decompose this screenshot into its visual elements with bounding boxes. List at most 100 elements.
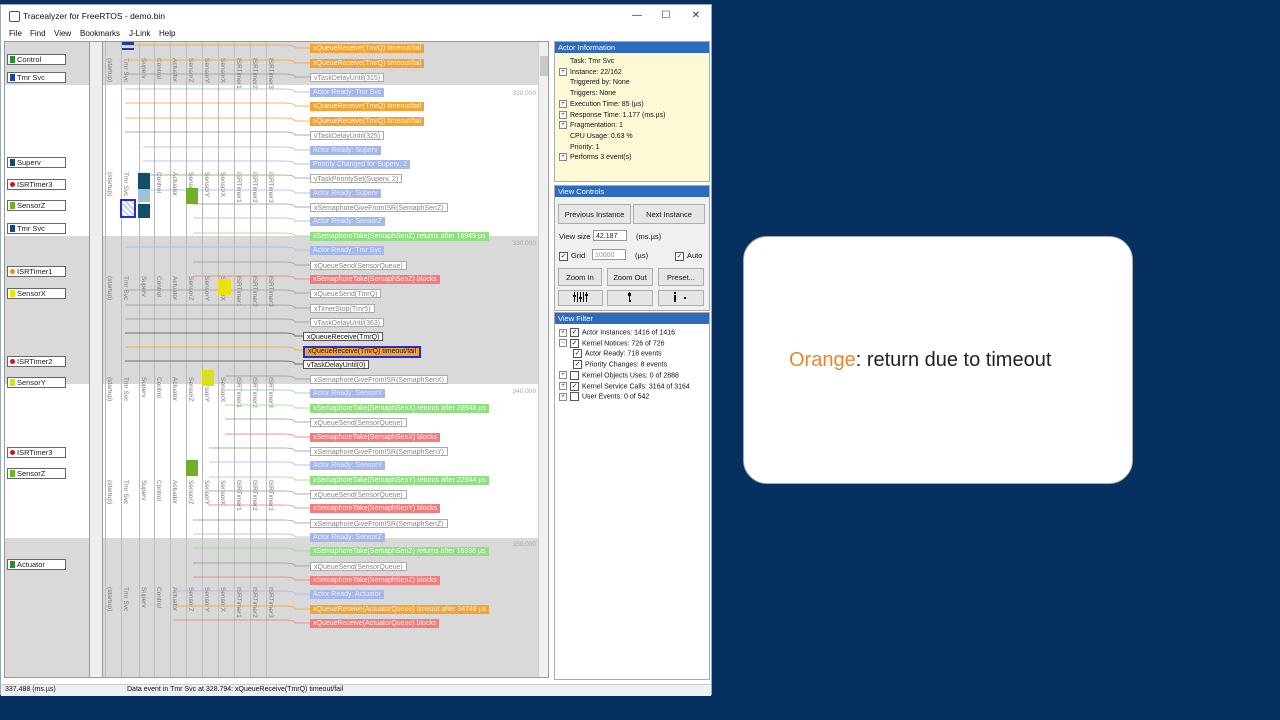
event-label[interactable]: xSemaphoreTake(SemaphSenZ) returns after…	[310, 547, 489, 556]
event-label[interactable]: xSemaphoreGiveFromISR(SemaphSenZ)	[310, 203, 448, 212]
execution-block[interactable]	[120, 199, 136, 218]
actor-label[interactable]: ISRTimer1	[7, 266, 66, 277]
expand-icon[interactable]: +	[559, 110, 567, 119]
event-label[interactable]: Actor Ready: Tmr Svc	[310, 88, 385, 97]
event-label[interactable]: Actor Ready: SensorZ	[310, 217, 385, 226]
scroll-thumb[interactable]	[540, 56, 548, 76]
event-label[interactable]: xQueueSend(SensorQueue)	[310, 418, 407, 427]
filter-item[interactable]: + Kernel Objects Uses: 0 of 2888	[559, 370, 679, 380]
filter-item[interactable]: + ✓ Kernel Service Calls: 3164 of 3164	[559, 381, 690, 391]
actor-label[interactable]: Tmr Svc	[7, 223, 66, 234]
menu-view[interactable]: View	[54, 29, 71, 38]
execution-block[interactable]	[138, 189, 150, 202]
view-size-input[interactable]: 42.187	[593, 230, 627, 241]
collapse-icon[interactable]: −	[559, 339, 567, 348]
event-label[interactable]: xSemaphoreGiveFromISR(SemaphSenY)	[310, 447, 448, 456]
event-label[interactable]: xSemaphoreTake(SemaphSenZ) blocks	[310, 576, 440, 585]
actor-info-row[interactable]: + Performs 3 event(s)	[559, 153, 631, 162]
event-label[interactable]: vTaskDelayUntil(315)	[310, 73, 385, 82]
actor-label[interactable]: Tmr Svc	[7, 72, 66, 83]
trace-view[interactable]: (startup) Tmr Svc Superv Control Actuator Sen…	[4, 41, 549, 678]
previous-instance-button[interactable]: Previous Instance	[558, 204, 631, 224]
actor-info-row[interactable]: + Instance: 22/162	[559, 67, 622, 76]
expand-icon[interactable]: +	[559, 99, 567, 108]
checkbox-checked-icon[interactable]: ✓	[570, 338, 579, 348]
expand-icon[interactable]: +	[559, 121, 567, 130]
grid-checkbox[interactable]: ✓ Grid	[559, 251, 585, 261]
event-label[interactable]: Actor Ready: SensorX	[310, 389, 386, 398]
execution-block[interactable]	[122, 48, 134, 50]
checkbox-checked-icon[interactable]: ✓	[573, 349, 582, 359]
actor-label[interactable]: ISRTimer3	[7, 447, 66, 458]
event-label[interactable]: xSemaphoreTake(SemaphSenZ) returns after…	[310, 232, 489, 241]
menu-jlink[interactable]: J-Link	[129, 29, 150, 38]
preset-button[interactable]: Preset...	[658, 268, 704, 286]
event-label[interactable]: xQueueSend(SensorQueue)	[310, 261, 407, 270]
actor-label[interactable]: ISRTimer2	[7, 356, 66, 367]
filter-item[interactable]: + User Events: 0 of 542	[559, 392, 649, 402]
actor-label[interactable]: ISRTimer3	[7, 179, 66, 190]
auto-checkbox[interactable]: ✓ Auto	[675, 251, 702, 261]
execution-block[interactable]	[186, 188, 198, 204]
event-label[interactable]: Actor Ready: SensorY	[310, 461, 386, 470]
event-label[interactable]: xTimerStop(Tmr5)	[310, 304, 375, 313]
actor-info-row[interactable]: + Response Time: 1.177 (ms.µs)	[559, 110, 665, 119]
execution-block[interactable]	[138, 204, 150, 218]
event-label[interactable]: Actor Ready: Tmr Svc	[310, 246, 385, 255]
menu-find[interactable]: Find	[30, 29, 46, 38]
event-label[interactable]: xQueueSend(SensorQueue)	[310, 562, 407, 571]
execution-block[interactable]	[202, 370, 214, 386]
event-label[interactable]: xQueueReceive(TmrQ) timeout/fail	[310, 102, 425, 111]
event-label[interactable]: xQueueReceive(TmrQ) timeout/fail	[310, 117, 425, 126]
zoom-in-button[interactable]: Zoom In	[558, 268, 602, 286]
expand-icon[interactable]: +	[559, 328, 567, 337]
event-label[interactable]: Actor Ready: Actuator	[310, 590, 385, 599]
event-label[interactable]: xSemaphoreTake(SemaphSenY) blocks	[310, 504, 441, 513]
layout-single-button[interactable]	[607, 290, 653, 306]
actor-label[interactable]: SensorZ	[7, 200, 66, 211]
event-label[interactable]: xQueueReceive(TmrQ) timeout/fail	[310, 59, 425, 68]
execution-block[interactable]	[138, 173, 150, 189]
execution-block[interactable]	[186, 460, 198, 476]
actor-label[interactable]: SensorY	[7, 377, 66, 388]
event-label[interactable]: vTaskPrioritySet(Superv, 2)	[310, 174, 403, 183]
filter-item[interactable]: ✓ Actor Ready: 718 events	[573, 349, 662, 359]
expand-icon[interactable]: +	[559, 382, 567, 390]
actor-label[interactable]: SensorZ	[7, 468, 66, 479]
actor-info-row[interactable]: + Fragmentation: 1	[559, 121, 623, 130]
expand-icon[interactable]: +	[559, 153, 567, 162]
menu-help[interactable]: Help	[159, 29, 175, 38]
event-label[interactable]: Actor Ready: Superv	[310, 189, 381, 198]
event-label[interactable]: vTaskDelayUntil(363)	[310, 318, 385, 327]
grid-input[interactable]: 10000	[592, 249, 626, 260]
minimize-button[interactable]: —	[627, 9, 647, 23]
zoom-out-button[interactable]: Zoom Out	[607, 268, 653, 286]
event-label[interactable]: xQueueReceive(ActuatorQueue) blocks	[310, 619, 440, 628]
vertical-scrollbar[interactable]	[538, 42, 548, 677]
event-label[interactable]: xSemaphoreGiveFromISR(SemaphSenX)	[310, 375, 448, 384]
checkbox-empty-icon[interactable]	[570, 392, 579, 402]
expand-icon[interactable]: +	[559, 67, 567, 76]
event-label[interactable]: xSemaphoreGiveFromISR(SemaphSenZ)	[310, 519, 448, 528]
checkbox-checked-icon[interactable]: ✓	[570, 328, 579, 337]
execution-block[interactable]	[122, 42, 134, 45]
event-label[interactable]: xQueueReceive(TmrQ) timeout/fail	[303, 346, 422, 358]
next-instance-button[interactable]: Next Instance	[633, 204, 705, 224]
layout-compact-button[interactable]	[658, 290, 704, 306]
checkbox-checked-icon[interactable]: ✓	[570, 381, 579, 391]
actor-label[interactable]: Actuator	[7, 559, 66, 570]
filter-item[interactable]: ✓ Priority Changes: 8 events	[573, 360, 667, 370]
event-label[interactable]: xSemaphoreTake(SemaphSenX) blocks	[310, 433, 441, 442]
expand-icon[interactable]: +	[559, 371, 567, 380]
actor-info-row[interactable]: + Execution Time: 85 (µs)	[559, 99, 644, 108]
event-label[interactable]: Actor Ready: Superv	[310, 146, 381, 155]
event-label[interactable]: vTaskDelayUntil(0)	[303, 360, 370, 369]
event-label[interactable]: xSemaphoreTake(SemaphSenX) returns after…	[310, 404, 489, 413]
checkbox-checked-icon[interactable]: ✓	[573, 360, 582, 370]
menu-file[interactable]: File	[9, 29, 22, 38]
expand-icon[interactable]: +	[559, 392, 567, 401]
maximize-button[interactable]: ☐	[656, 9, 676, 23]
event-label[interactable]: xQueueReceive(ActuatorQueue) timeout aft…	[310, 605, 490, 614]
event-label[interactable]: Actor Ready: SensorZ	[310, 533, 385, 542]
event-label[interactable]: xQueueReceive(TmrQ) timeout/fail	[310, 44, 425, 53]
